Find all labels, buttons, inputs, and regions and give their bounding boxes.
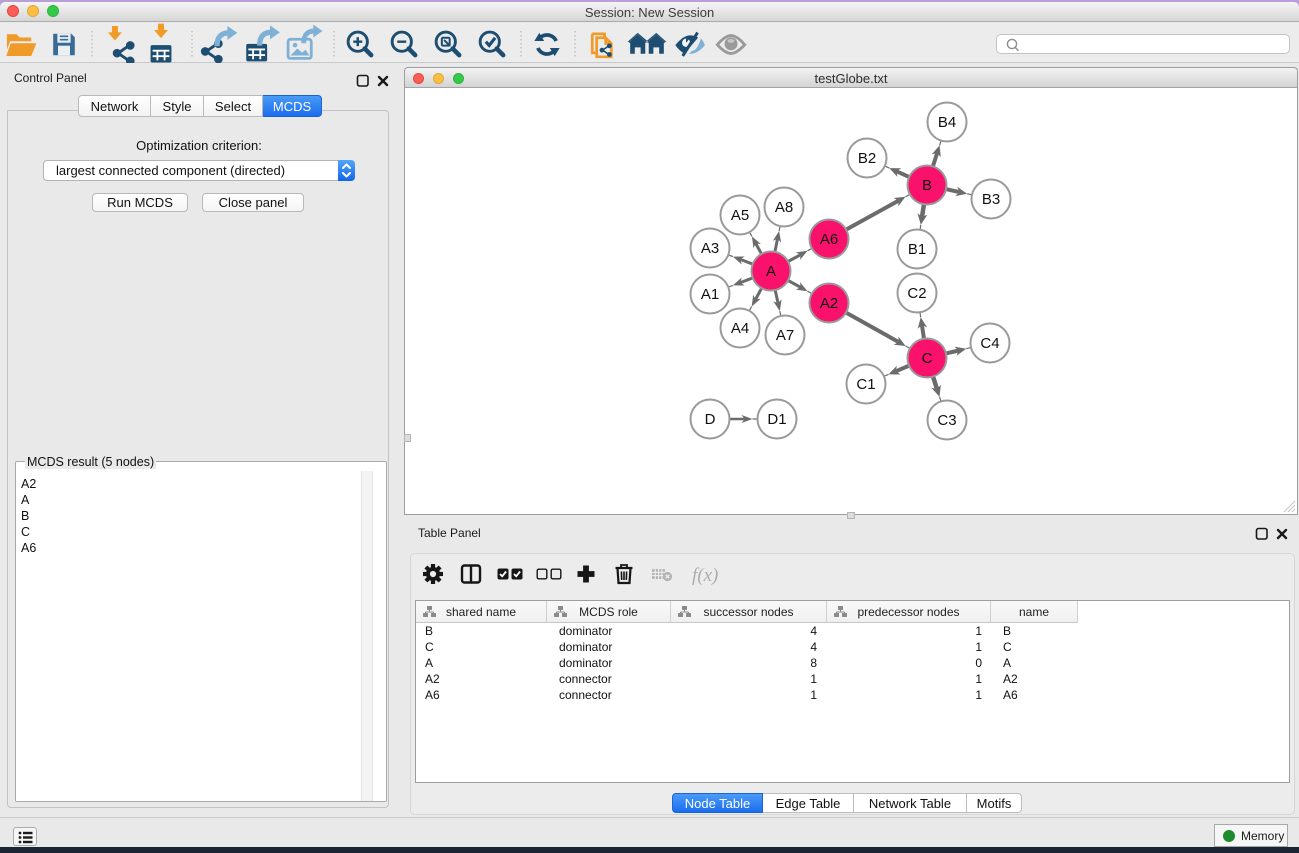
svg-text:A3: A3	[701, 240, 719, 257]
svg-text:A1: A1	[701, 286, 719, 303]
svg-text:C1: C1	[856, 376, 875, 393]
svg-text:C3: C3	[937, 412, 956, 429]
svg-text:B4: B4	[938, 114, 956, 131]
svg-text:B2: B2	[858, 150, 876, 167]
svg-text:B1: B1	[908, 241, 926, 258]
svg-text:A8: A8	[775, 199, 793, 216]
svg-text:A2: A2	[820, 295, 838, 312]
svg-text:C2: C2	[907, 285, 926, 302]
svg-text:D1: D1	[767, 411, 786, 428]
svg-text:f(x): f(x)	[692, 565, 718, 586]
svg-text:Memory: Memory	[1241, 829, 1284, 843]
svg-text:A4: A4	[731, 320, 749, 337]
svg-text:D: D	[705, 411, 716, 428]
svg-text:A5: A5	[731, 207, 749, 224]
svg-text:A6: A6	[820, 231, 838, 248]
svg-text:C: C	[922, 350, 933, 367]
svg-text:C4: C4	[980, 335, 999, 352]
svg-text:B: B	[922, 177, 932, 194]
svg-text:A: A	[766, 263, 776, 280]
svg-text:A7: A7	[776, 327, 794, 344]
svg-text:B3: B3	[982, 191, 1000, 208]
